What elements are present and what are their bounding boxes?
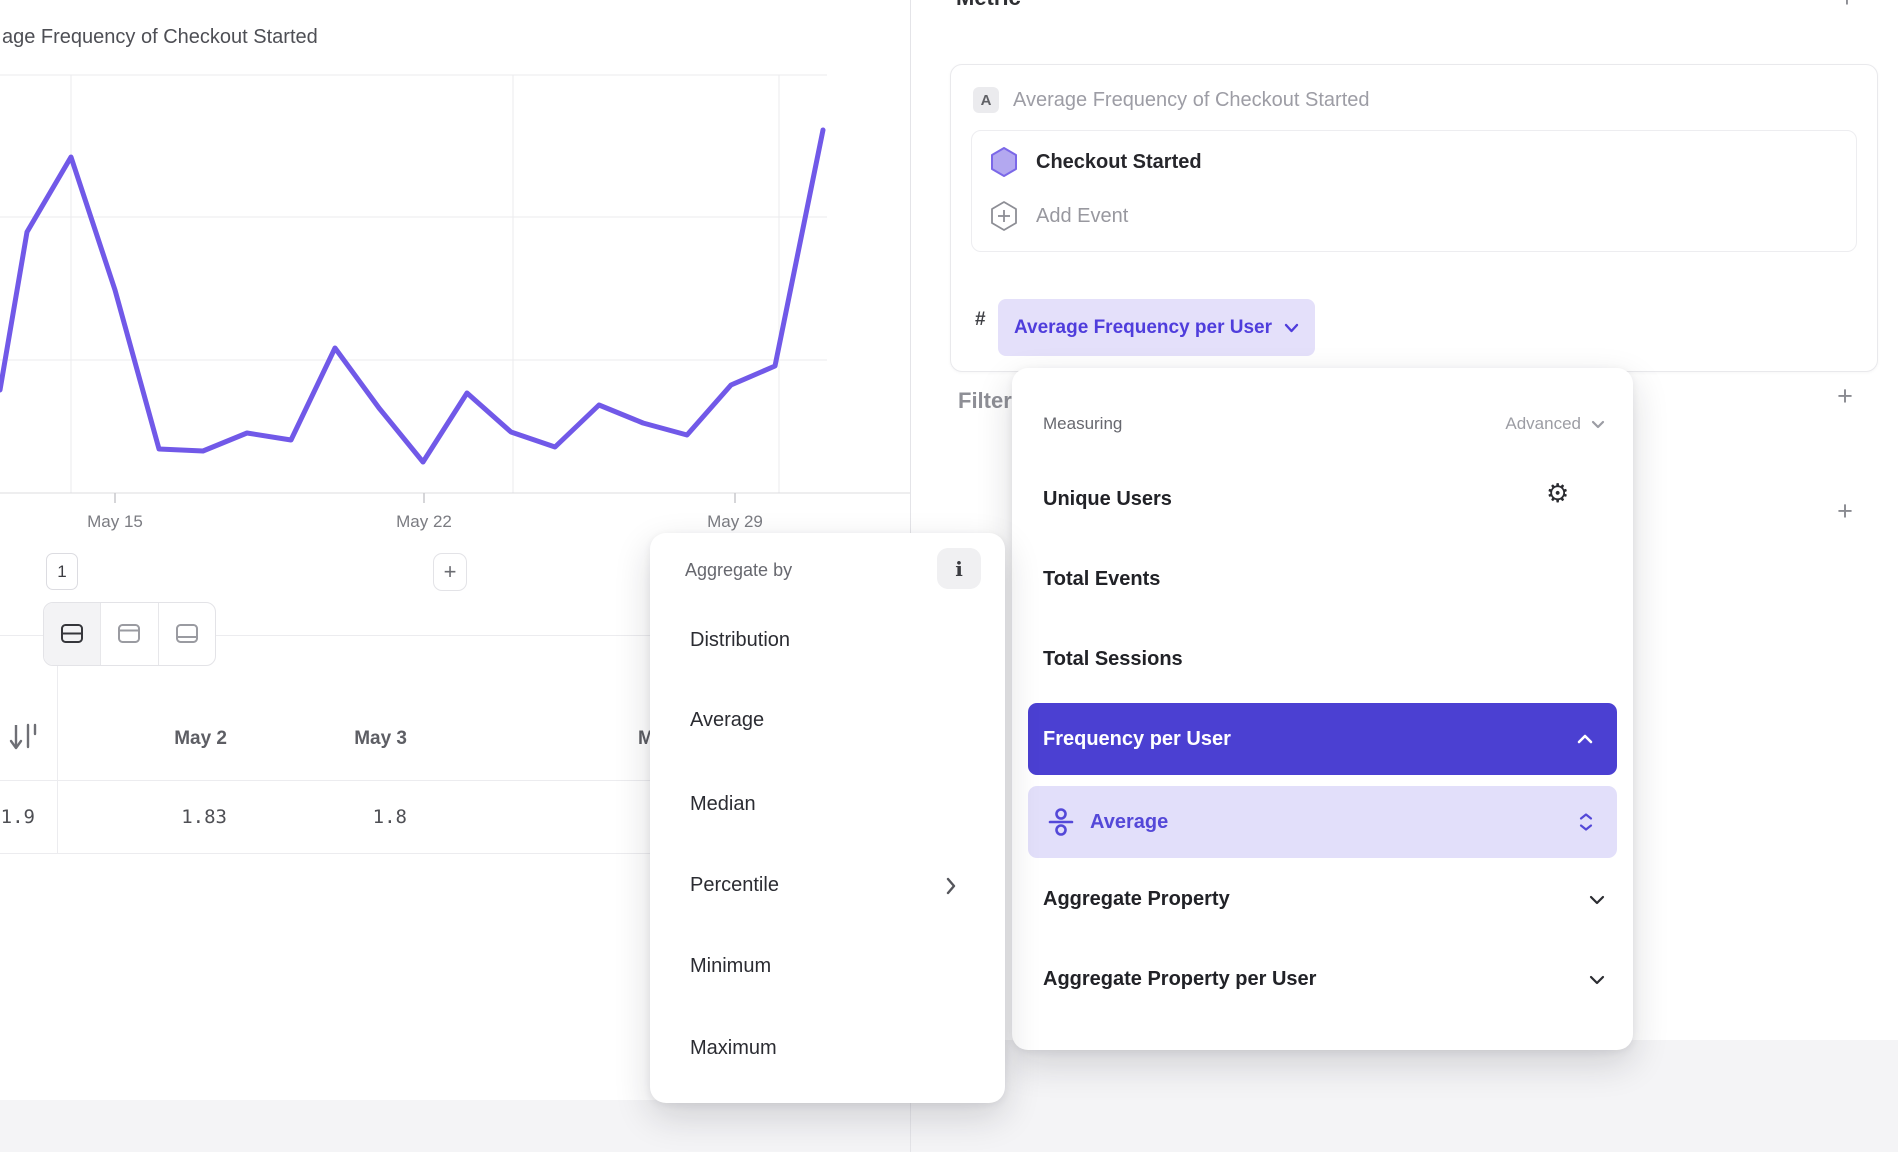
series-number-badge[interactable]: 1 xyxy=(46,553,78,590)
chart-only-view-toggle[interactable] xyxy=(101,603,158,665)
event-row[interactable]: Checkout Started xyxy=(990,145,1202,179)
table-cell: 1.8 xyxy=(277,806,407,828)
view-toggle-group xyxy=(43,602,216,666)
advanced-toggle[interactable]: Advanced xyxy=(1505,414,1605,434)
x-axis-label: May 29 xyxy=(690,512,780,532)
menu-item-unique-users[interactable]: Unique Users xyxy=(1043,488,1172,511)
menu-item-total-sessions[interactable]: Total Sessions xyxy=(1043,648,1183,671)
table-column-border xyxy=(57,635,58,853)
menu-item-average[interactable]: Average xyxy=(690,709,764,732)
x-axis-label: May 15 xyxy=(70,512,160,532)
menu-item-aggregate-property-per-user[interactable]: Aggregate Property per User xyxy=(1043,968,1316,991)
measurement-dropdown-trigger[interactable]: Average Frequency per User xyxy=(998,299,1315,356)
add-event-hexagon-icon xyxy=(990,200,1018,232)
info-icon[interactable]: i xyxy=(937,548,981,589)
aggregate-menu-header: Aggregate by xyxy=(685,560,792,581)
insights-report-page: age Frequency of Checkout Started May 15… xyxy=(0,0,1898,1152)
menu-item-minimum[interactable]: Minimum xyxy=(690,955,771,978)
divide-icon xyxy=(1046,805,1076,839)
add-metric-button-clipped[interactable]: + xyxy=(1834,0,1860,7)
table-header-cell[interactable]: May 3 xyxy=(277,728,407,750)
menu-item-average-sub-option[interactable]: Average xyxy=(1028,786,1617,858)
chart-title: age Frequency of Checkout Started xyxy=(2,26,318,49)
sort-descending-icon[interactable] xyxy=(8,720,40,756)
numeric-metric-symbol: # xyxy=(975,309,986,331)
table-only-view-icon xyxy=(174,621,200,647)
add-event-button[interactable]: Add Event xyxy=(990,199,1128,233)
chevron-up-icon xyxy=(1577,734,1593,744)
menu-item-aggregate-property[interactable]: Aggregate Property xyxy=(1043,888,1230,911)
metric-card: A Average Frequency of Checkout Started … xyxy=(950,64,1878,372)
measuring-dropdown-menu: Measuring Advanced Unique Users ⚙ Total … xyxy=(1012,368,1633,1050)
event-hexagon-icon xyxy=(990,146,1018,178)
x-axis-label: May 22 xyxy=(379,512,469,532)
menu-item-frequency-per-user-selected[interactable]: Frequency per User xyxy=(1028,703,1617,775)
add-filter-button[interactable]: + xyxy=(1830,381,1860,412)
aggregate-by-dropdown-menu: Aggregate by i Distribution Average Medi… xyxy=(650,533,1005,1103)
table-cell: 1.9 xyxy=(0,806,35,828)
line-chart xyxy=(0,0,910,560)
metric-title[interactable]: Average Frequency of Checkout Started xyxy=(1013,89,1370,112)
table-header-cell[interactable]: May 2 xyxy=(97,728,227,750)
chevron-down-icon xyxy=(1284,323,1299,333)
chart-only-view-icon xyxy=(116,621,142,647)
menu-item-distribution[interactable]: Distribution xyxy=(690,629,790,652)
chevron-down-icon[interactable] xyxy=(1589,975,1605,985)
menu-item-total-events[interactable]: Total Events xyxy=(1043,568,1160,591)
menu-item-percentile[interactable]: Percentile xyxy=(690,874,779,897)
gear-icon[interactable]: ⚙ xyxy=(1546,481,1569,507)
chevron-down-icon[interactable] xyxy=(1589,895,1605,905)
up-down-arrows-icon xyxy=(1579,813,1593,832)
metrics-section-heading-clipped: Metric xyxy=(956,0,1096,9)
add-button[interactable]: + xyxy=(433,553,467,591)
table-cell: 1.83 xyxy=(97,806,227,828)
metric-letter-badge: A xyxy=(973,87,999,113)
event-box: Checkout Started Add Event xyxy=(971,130,1857,252)
table-only-view-toggle[interactable] xyxy=(159,603,215,665)
menu-item-maximum[interactable]: Maximum xyxy=(690,1037,777,1060)
event-name: Checkout Started xyxy=(1036,151,1202,174)
add-breakdown-button[interactable]: + xyxy=(1830,496,1860,527)
measuring-menu-header: Measuring xyxy=(1043,414,1122,434)
menu-item-median[interactable]: Median xyxy=(690,793,756,816)
split-view-toggle[interactable] xyxy=(44,603,101,665)
chevron-down-icon xyxy=(1591,420,1605,429)
measurement-label: Average Frequency per User xyxy=(1014,317,1272,339)
advanced-label: Advanced xyxy=(1505,414,1581,434)
add-event-label: Add Event xyxy=(1036,205,1128,228)
split-view-icon xyxy=(59,621,85,647)
chevron-right-icon xyxy=(945,877,957,895)
